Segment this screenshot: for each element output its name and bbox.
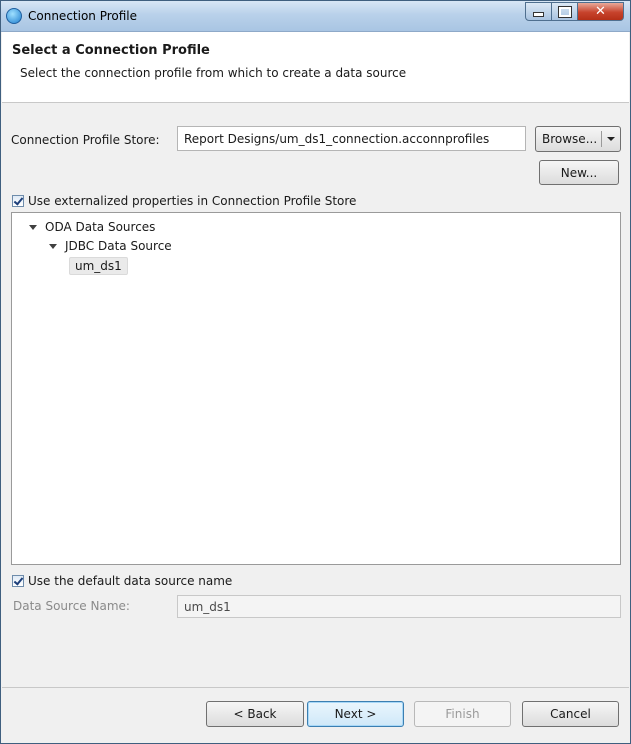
tree-node-um-ds1[interactable]: um_ds1 xyxy=(69,257,128,275)
title-bar[interactable]: Connection Profile ✕ xyxy=(1,1,630,32)
window-title: Connection Profile xyxy=(28,9,138,23)
default-name-checkbox[interactable] xyxy=(12,575,24,587)
new-button[interactable]: New... xyxy=(539,160,619,185)
dialog-header: Select a Connection Profile Select the c… xyxy=(2,32,629,103)
externalize-checkbox[interactable] xyxy=(12,195,24,207)
default-name-label: Use the default data source name xyxy=(28,574,233,588)
connection-profile-dialog: Connection Profile ✕ Select a Connection… xyxy=(0,0,631,744)
footer-divider xyxy=(2,687,629,688)
window-controls: ✕ xyxy=(525,2,624,22)
browse-label: Browse... xyxy=(542,132,598,146)
externalize-label: Use externalized properties in Connectio… xyxy=(28,194,357,208)
app-icon xyxy=(6,8,22,24)
expand-arrow-icon[interactable] xyxy=(29,224,37,230)
tree-node-jdbc-label: JDBC Data Source xyxy=(65,239,172,253)
data-source-name-input: um_ds1 xyxy=(177,595,621,618)
page-description: Select the connection profile from which… xyxy=(20,66,407,80)
cancel-button[interactable]: Cancel xyxy=(522,701,619,727)
tree-node-oda[interactable]: ODA Data Sources xyxy=(29,220,155,234)
close-icon: ✕ xyxy=(595,4,606,19)
data-source-name-label: Data Source Name: xyxy=(13,599,130,613)
default-name-checkbox-row[interactable]: Use the default data source name xyxy=(12,574,232,588)
maximize-button[interactable] xyxy=(552,2,578,21)
profile-store-input[interactable]: Report Designs/um_ds1_connection.acconnp… xyxy=(177,126,526,151)
externalize-checkbox-row[interactable]: Use externalized properties in Connectio… xyxy=(12,194,356,208)
page-title: Select a Connection Profile xyxy=(12,43,210,58)
minimize-button[interactable] xyxy=(525,2,552,21)
minimize-icon xyxy=(533,12,544,17)
browse-separator xyxy=(601,131,602,147)
tree-node-jdbc[interactable]: JDBC Data Source xyxy=(49,239,172,253)
profile-tree[interactable]: ODA Data Sources JDBC Data Source um_ds1 xyxy=(11,212,621,565)
store-label: Connection Profile Store: xyxy=(11,133,160,147)
next-button[interactable]: Next > xyxy=(307,701,404,727)
browse-button[interactable]: Browse... xyxy=(535,126,621,152)
maximize-icon xyxy=(557,5,572,18)
close-button[interactable]: ✕ xyxy=(578,2,624,21)
expand-arrow-icon[interactable] xyxy=(49,243,57,249)
finish-button: Finish xyxy=(414,701,511,727)
dropdown-arrow-icon[interactable] xyxy=(607,137,615,141)
back-button[interactable]: < Back xyxy=(206,701,304,727)
tree-node-oda-label: ODA Data Sources xyxy=(45,220,156,234)
